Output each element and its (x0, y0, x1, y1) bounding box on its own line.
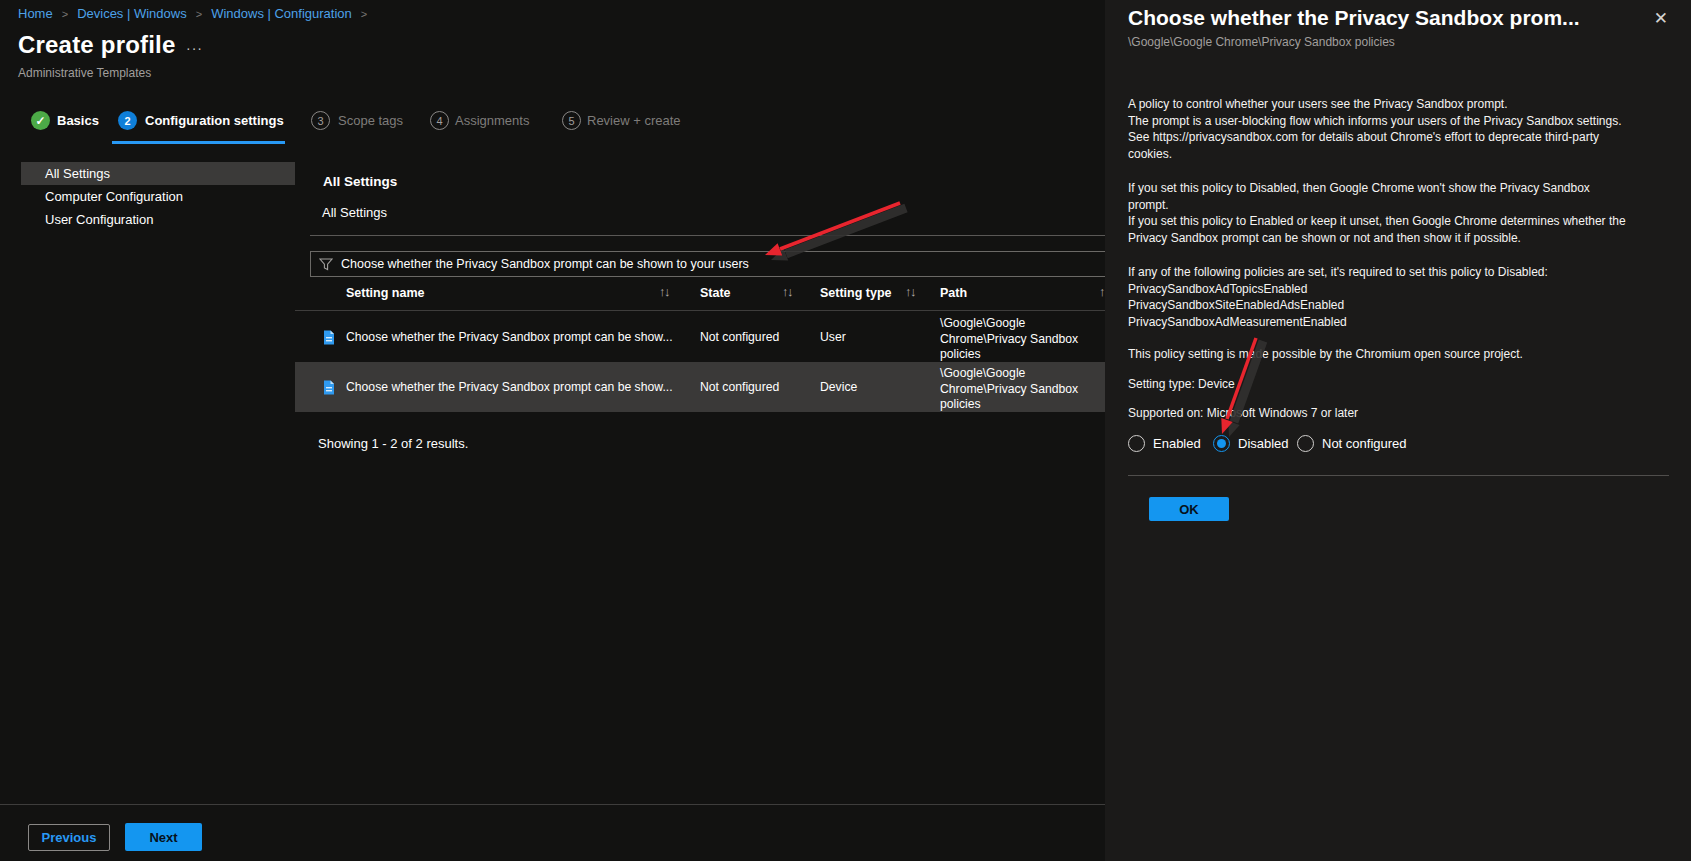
ok-button[interactable]: OK (1149, 497, 1229, 521)
policy-setting-type: Setting type: Device (1128, 376, 1688, 393)
breadcrumb-chevron-icon: > (62, 8, 68, 20)
row-state: Not configured (700, 312, 779, 362)
breadcrumb-windows-configuration[interactable]: Windows | Configuration (211, 6, 352, 21)
row-setting-type: Device (820, 362, 857, 412)
panel-title: Choose whether the Privacy Sandbox prom.… (1128, 6, 1641, 30)
more-menu-icon[interactable]: ··· (186, 40, 203, 56)
breadcrumb-chevron-icon: > (196, 8, 202, 20)
column-path[interactable]: Path (940, 286, 967, 300)
radio-label: Not configured (1322, 436, 1407, 451)
policy-paragraph: A policy to control whether your users s… (1128, 96, 1688, 162)
tab-scope-tags[interactable]: Scope tags (338, 113, 403, 128)
results-summary: Showing 1 - 2 of 2 results. (318, 436, 468, 451)
radio-label: Disabled (1238, 436, 1289, 451)
setting-detail-panel: Choose whether the Privacy Sandbox prom.… (1105, 0, 1691, 861)
nav-item-computer-configuration[interactable]: Computer Configuration (21, 185, 295, 208)
tab-configuration-settings[interactable]: Configuration settings (145, 113, 284, 128)
separator (295, 310, 1106, 311)
policy-description: A policy to control whether your users s… (1128, 96, 1688, 422)
nav-item-user-configuration[interactable]: User Configuration (21, 208, 295, 231)
table-row[interactable]: Choose whether the Privacy Sandbox promp… (295, 362, 1106, 412)
radio-circle-icon (1213, 435, 1230, 452)
row-state: Not configured (700, 362, 779, 412)
row-path: \Google\Google Chrome\Privacy Sandbox po… (940, 316, 1103, 363)
column-setting-name[interactable]: Setting name (346, 286, 425, 300)
radio-circle-icon (1297, 435, 1314, 452)
sort-icon: ↑ (1099, 284, 1104, 299)
step-number-badge: 4 (430, 111, 449, 130)
radio-not-configured[interactable]: Not configured (1297, 435, 1407, 452)
policy-paragraph: This policy setting is made possible by … (1128, 346, 1688, 363)
active-tab-underline (112, 141, 285, 144)
table-row[interactable]: Choose whether the Privacy Sandbox promp… (295, 312, 1106, 362)
document-icon (323, 330, 335, 349)
panel-path: \Google\Google Chrome\Privacy Sandbox po… (1128, 35, 1395, 49)
radio-circle-icon (1128, 435, 1145, 452)
separator (0, 804, 1105, 805)
document-icon (323, 380, 335, 399)
previous-button[interactable]: Previous (28, 824, 110, 851)
row-path: \Google\Google Chrome\Privacy Sandbox po… (940, 366, 1103, 413)
settings-filter-input[interactable]: Choose whether the Privacy Sandbox promp… (310, 251, 1106, 277)
step-check-icon: ✓ (31, 111, 50, 130)
breadcrumb-home[interactable]: Home (18, 6, 53, 21)
step-number-badge: 2 (118, 111, 137, 130)
tab-assignments[interactable]: Assignments (455, 113, 529, 128)
policy-paragraph: If any of the following policies are set… (1128, 264, 1688, 330)
filter-funnel-icon (319, 258, 333, 271)
separator (1128, 475, 1669, 476)
nav-item-all-settings[interactable]: All Settings (21, 162, 295, 185)
section-subheading: All Settings (322, 205, 387, 220)
sort-icon: ↑↓ (659, 284, 669, 299)
radio-enabled[interactable]: Enabled (1128, 435, 1201, 452)
policy-supported-on: Supported on: Microsoft Windows 7 or lat… (1128, 405, 1688, 422)
column-state[interactable]: State (700, 286, 731, 300)
policy-paragraph: If you set this policy to Disabled, then… (1128, 180, 1688, 246)
close-icon[interactable]: ✕ (1654, 8, 1668, 29)
column-setting-type[interactable]: Setting type (820, 286, 892, 300)
breadcrumb: Home > Devices | Windows > Windows | Con… (18, 6, 367, 21)
step-number-badge: 5 (562, 111, 581, 130)
separator (310, 235, 1106, 236)
tab-basics[interactable]: Basics (57, 113, 99, 128)
breadcrumb-chevron-icon: > (361, 8, 367, 20)
sort-icon: ↑↓ (782, 284, 792, 299)
row-setting-name: Choose whether the Privacy Sandbox promp… (346, 362, 673, 412)
radio-label: Enabled (1153, 436, 1201, 451)
step-number-badge: 3 (311, 111, 330, 130)
tab-review-create[interactable]: Review + create (587, 113, 681, 128)
row-setting-name: Choose whether the Privacy Sandbox promp… (346, 312, 673, 362)
filter-value: Choose whether the Privacy Sandbox promp… (341, 257, 749, 271)
breadcrumb-devices-windows[interactable]: Devices | Windows (77, 6, 187, 21)
next-button[interactable]: Next (125, 823, 202, 851)
page-subtitle: Administrative Templates (18, 66, 151, 80)
sort-icon: ↑↓ (905, 284, 915, 299)
radio-disabled[interactable]: Disabled (1213, 435, 1289, 452)
section-heading: All Settings (323, 174, 397, 189)
page-title: Create profile (18, 31, 176, 59)
row-setting-type: User (820, 312, 846, 362)
